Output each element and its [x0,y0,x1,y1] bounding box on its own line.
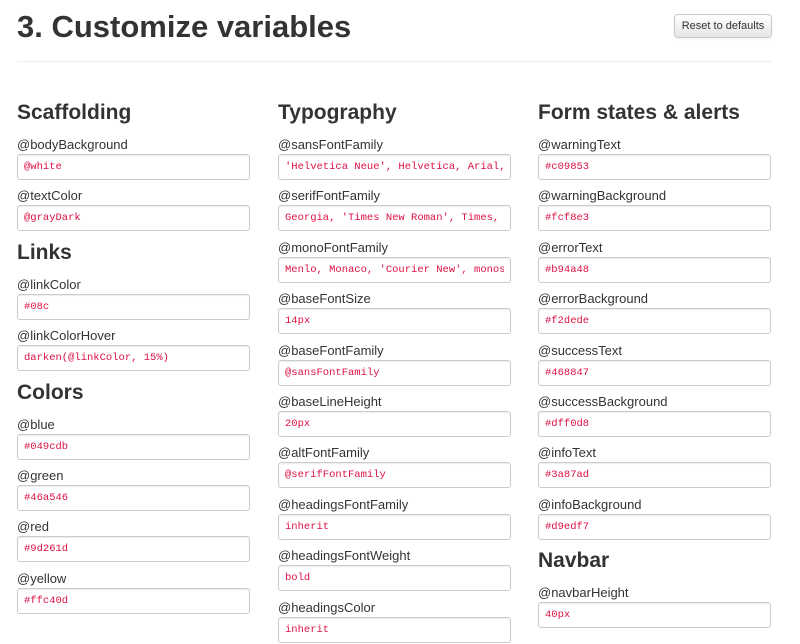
variable-label: @navbarHeight [538,585,629,601]
variable-label: @errorText [538,239,603,255]
section-scaffolding: Scaffolding @bodyBackground @textColor [17,100,252,232]
variable-field: @blue [17,406,252,460]
variable-label: @textColor [17,188,83,204]
variable-label: @red [17,519,49,535]
section-title: Scaffolding [17,101,132,124]
section-title: Links [17,240,72,264]
reset-to-defaults-button[interactable]: Reset to defaults [674,14,772,38]
variable-value-input[interactable] [17,205,250,232]
variable-value-input[interactable] [17,587,250,614]
variable-label: @baseLineHeight [278,393,382,409]
variable-field: @monoFontFamily [278,229,513,283]
variable-value-input[interactable] [278,513,511,540]
section-title: Typography [278,101,397,124]
variable-value-input[interactable] [278,565,511,592]
header-divider [17,61,772,62]
variable-label: @serifFontFamily [278,188,381,204]
variable-field: @navbarHeight [538,574,773,629]
variable-label: @warningBackground [538,188,667,204]
variable-field: @infoText [538,434,773,489]
variable-field: @textColor [17,177,252,232]
variable-value-input[interactable] [538,462,771,489]
variable-field: @warningText [538,126,773,180]
variable-field: @bodyBackground [17,126,252,180]
variable-field: @altFontFamily [278,434,513,489]
variable-field: @green [17,457,252,511]
variable-value-input[interactable] [17,293,250,320]
variable-value-input[interactable] [278,359,511,386]
variable-value-input[interactable] [538,205,771,232]
variable-value-input[interactable] [538,602,771,629]
variable-label: @altFontFamily [278,445,370,461]
section-typography: Typography @sansFontFamily @serifFontFamil… [278,100,513,643]
variable-label: @infoBackground [538,496,642,512]
section-colors: Colors @blue @green @red @yellow [17,380,252,614]
variable-field: @serifFontFamily [278,177,513,232]
variable-field: @red [17,508,252,563]
variable-label: @bodyBackground [17,137,128,152]
variable-field: @infoBackground [538,486,773,540]
variable-field: @linkColor [17,266,252,320]
section-title: Form states & alerts [538,101,740,124]
variable-field: @sansFontFamily [278,126,513,180]
section-title: Colors [17,380,84,404]
variable-value-input[interactable] [538,513,771,540]
variable-field: @headingsFontWeight [278,537,513,592]
variable-label: @blue [17,416,55,432]
variable-label: @warningText [538,137,621,152]
variable-label: @green [17,467,64,483]
variable-label: @successBackground [538,393,668,409]
variables-column-3: Form states & alerts @warningText @warning… [538,100,773,629]
variable-value-input[interactable] [278,205,511,232]
section-links: Links @linkColor @linkColorHover [17,240,252,372]
variable-value-input[interactable] [538,256,771,283]
variable-field: @errorBackground [538,280,773,335]
variable-label: @linkColor [17,276,81,292]
variable-label: @sansFontFamily [278,137,383,152]
variable-value-input[interactable] [278,308,511,335]
variable-value-input[interactable] [278,154,511,180]
section-navbar: Navbar @navbarHeight [538,548,773,629]
variable-value-input[interactable] [278,410,511,437]
variable-field: @baseFontSize [278,280,513,335]
variable-field: @warningBackground [538,177,773,232]
variable-value-input[interactable] [17,345,250,372]
variable-label: @yellow [17,570,67,586]
variable-field: @errorText [538,229,773,283]
variable-value-input[interactable] [538,359,771,386]
variable-value-input[interactable] [538,308,771,335]
variable-label: @headingsColor [278,599,376,615]
variable-label: @linkColorHover [17,328,116,344]
variable-label: @headingsFontWeight [278,548,411,564]
variable-value-input[interactable] [17,433,250,460]
variable-field: @headingsFontFamily [278,486,513,540]
variable-field: @yellow [17,560,252,614]
variables-column-1: Scaffolding @bodyBackground @textColor Link… [17,100,252,614]
variable-field: @successBackground [538,383,773,437]
variable-value-input[interactable] [278,462,511,489]
variable-label: @infoText [538,445,596,461]
variable-label: @baseFontSize [278,291,371,307]
variables-column-2: Typography @sansFontFamily @serifFontFamil… [278,100,513,643]
variable-value-input[interactable] [538,154,771,180]
variable-value-input[interactable] [17,154,250,180]
variable-label: @headingsFontFamily [278,496,409,512]
section-form-states-alerts: Form states & alerts @warningText @warning… [538,100,773,540]
variable-field: @baseLineHeight [278,383,513,437]
variable-label: @baseFontFamily [278,342,384,358]
variable-value-input[interactable] [538,410,771,437]
variable-field: @headingsColor [278,589,513,643]
variable-value-input[interactable] [17,536,250,563]
variable-label: @monoFontFamily [278,239,389,255]
variable-label: @errorBackground [538,291,649,307]
variable-value-input[interactable] [278,616,511,643]
variable-value-input[interactable] [17,484,250,511]
variable-field: @successText [538,332,773,386]
variable-label: @successText [538,342,622,358]
page-title: 3. Customize variables [17,9,352,44]
variable-value-input[interactable] [278,256,511,283]
variable-field: @baseFontFamily [278,332,513,386]
variable-field: @linkColorHover [17,317,252,372]
section-title: Navbar [538,549,610,573]
